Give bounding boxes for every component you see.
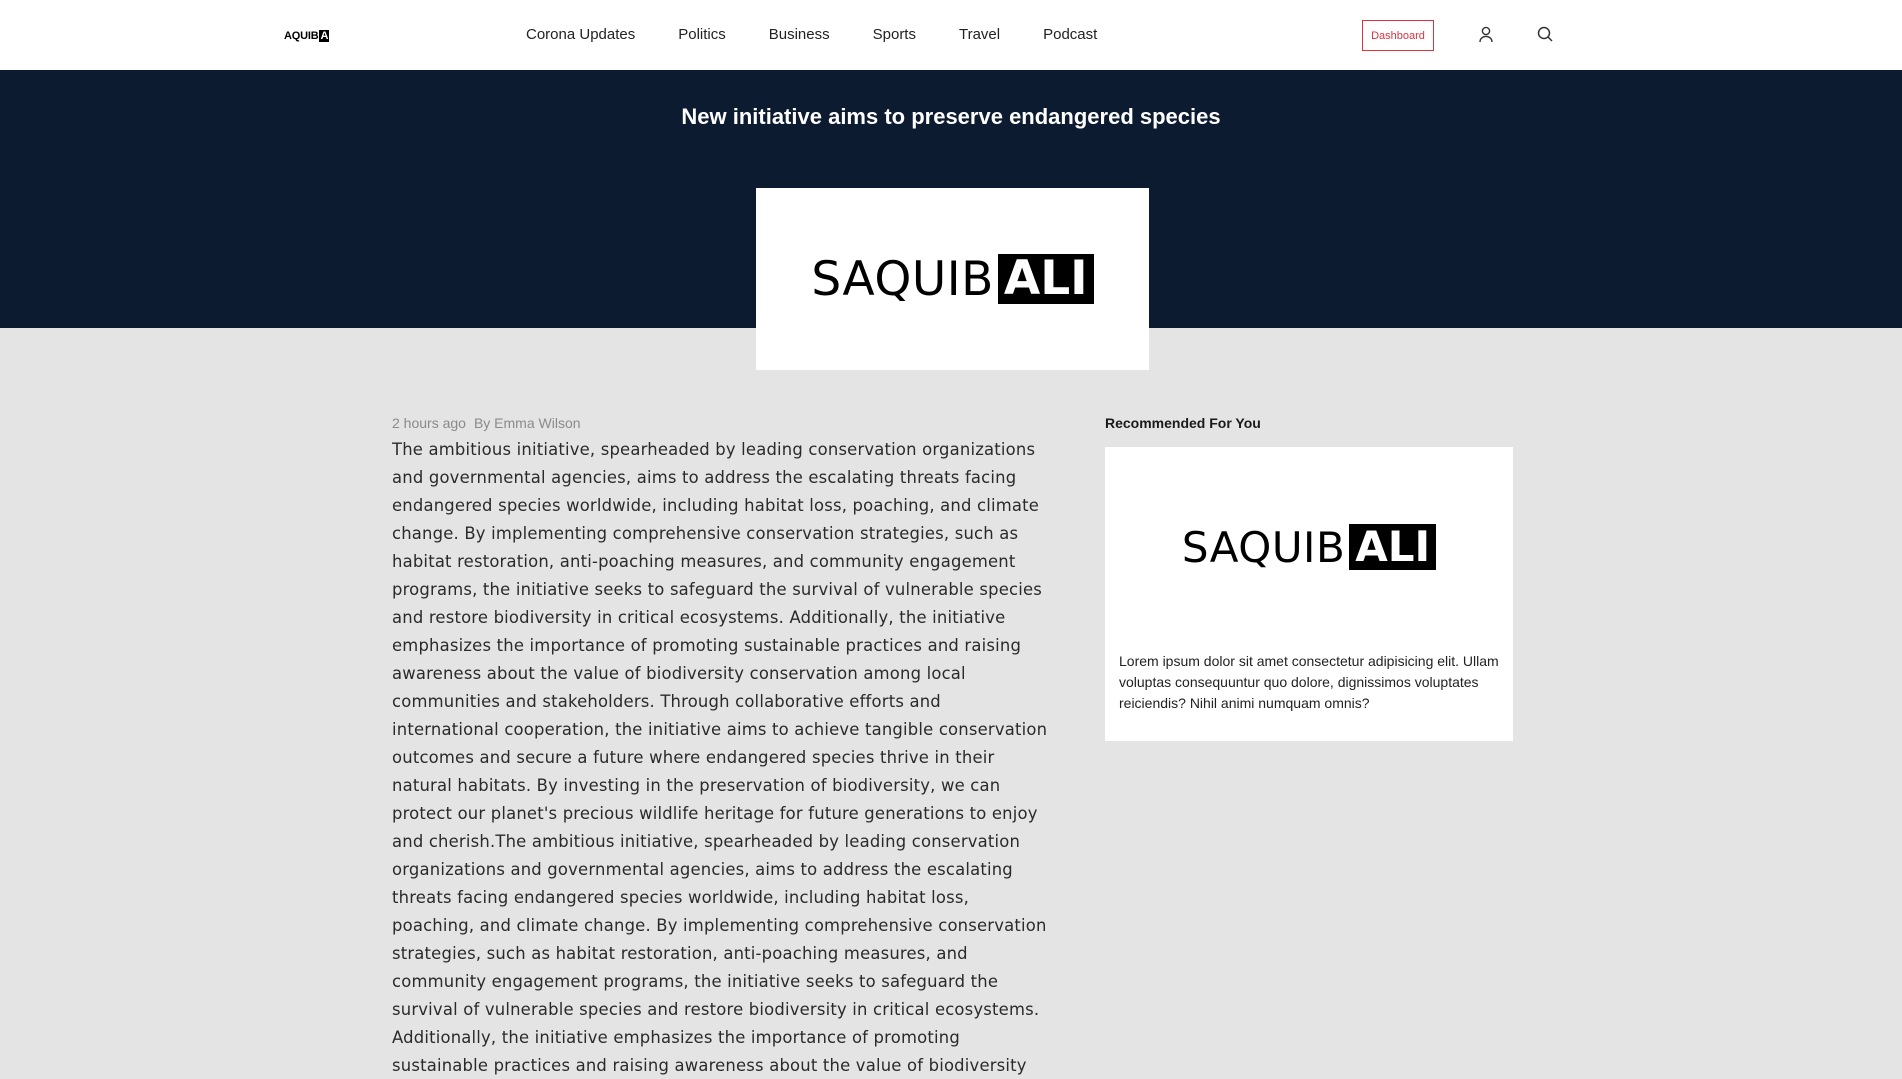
- recommended-logo: SAQUIB ALI: [1181, 522, 1437, 572]
- dashboard-button[interactable]: Dashboard: [1362, 20, 1434, 51]
- nav-travel[interactable]: Travel: [959, 26, 1000, 43]
- article-time: 2 hours ago: [392, 415, 466, 431]
- recommended-card[interactable]: SAQUIB ALI Lorem ipsum dolor sit amet con…: [1105, 447, 1513, 741]
- article-body: The ambitious initiative, spearheaded by…: [392, 440, 1048, 1075]
- site-header: AQUIB A Corona Updates Politics Business …: [0, 0, 1902, 70]
- article-title: New initiative aims to preserve endanger…: [681, 104, 1221, 129]
- recommended-title: Recommended For You: [1105, 415, 1261, 431]
- article-author: By Emma Wilson: [473, 415, 581, 431]
- recommended-logo-text: SAQUIB: [1181, 522, 1346, 572]
- nav-business[interactable]: Business: [769, 26, 830, 43]
- user-icon[interactable]: [1477, 25, 1495, 45]
- site-logo[interactable]: AQUIB A: [284, 29, 330, 43]
- nav-podcast[interactable]: Podcast: [1043, 26, 1097, 43]
- nav-corona-updates[interactable]: Corona Updates: [526, 26, 635, 43]
- site-logo-text: AQUIB: [284, 30, 319, 42]
- hero-logo: SAQUIB ALI: [811, 251, 1094, 307]
- nav-politics[interactable]: Politics: [678, 26, 726, 43]
- recommended-card-text: Lorem ipsum dolor sit amet consectetur a…: [1119, 653, 1499, 711]
- main-nav: Corona Updates Politics Business Sports …: [526, 26, 1140, 43]
- article-meta: 2 hours ago By Emma Wilson: [392, 415, 581, 431]
- recommended-logo-box: ALI: [1349, 524, 1437, 570]
- search-icon[interactable]: [1536, 25, 1554, 45]
- site-logo-box: A: [319, 30, 330, 42]
- nav-sports[interactable]: Sports: [873, 26, 916, 43]
- hero-logo-text: SAQUIB: [811, 251, 994, 307]
- hero-logo-box: ALI: [997, 254, 1094, 304]
- article-hero-image: SAQUIB ALI: [756, 188, 1149, 370]
- recommended-card-image: SAQUIB ALI: [1105, 447, 1513, 647]
